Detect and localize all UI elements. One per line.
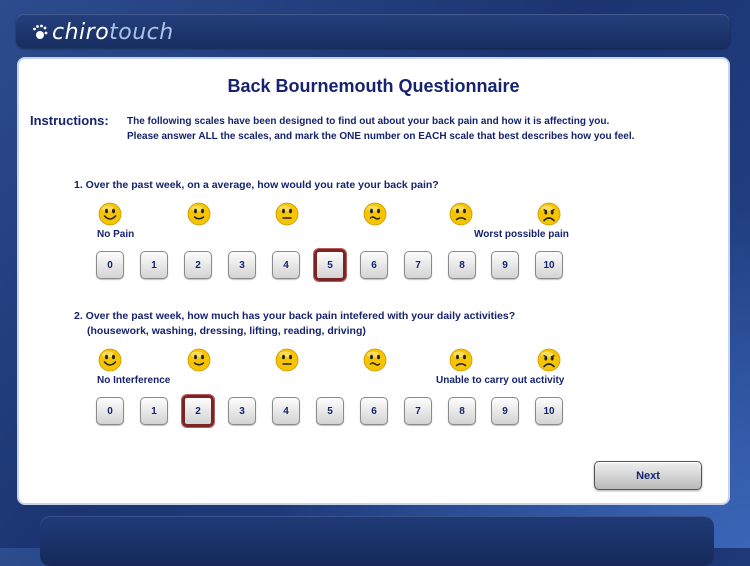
- happy-face-icon: [187, 348, 211, 372]
- logo-text-touch: touch: [109, 19, 174, 45]
- question-1-option-7-button[interactable]: 7: [404, 251, 432, 279]
- question-1-text: 1. Over the past week, on a average, how…: [74, 179, 439, 191]
- very-sad-face-icon: [537, 202, 561, 226]
- question-2-option-6-button[interactable]: 6: [360, 397, 388, 425]
- question-2-option-8-button[interactable]: 8: [448, 397, 476, 425]
- question-2-high-label: Unable to carry out activity: [436, 375, 565, 386]
- logo-text-chiro: chiro: [52, 19, 110, 45]
- question-1-option-4-button[interactable]: 4: [272, 251, 300, 279]
- instructions-text-line1: The following scales have been designed …: [127, 116, 610, 127]
- question-2-option-10-button[interactable]: 10: [535, 397, 563, 425]
- neutral-face-icon: [275, 202, 299, 226]
- question-1-option-1-button[interactable]: 1: [140, 251, 168, 279]
- question-2-option-4-button[interactable]: 4: [272, 397, 300, 425]
- page-title: Back Bournemouth Questionnaire: [227, 76, 520, 96]
- question-2-option-2-button[interactable]: 2: [182, 395, 214, 427]
- next-button[interactable]: Next: [594, 461, 702, 490]
- chirotouch-logo: chiro touch: [32, 18, 174, 46]
- question-1-option-2-button[interactable]: 2: [184, 251, 212, 279]
- question-1-option-0-button[interactable]: 0: [96, 251, 124, 279]
- question-1-option-6-button[interactable]: 6: [360, 251, 388, 279]
- question-2-option-7-button[interactable]: 7: [404, 397, 432, 425]
- questionnaire-panel: Back Bournemouth Questionnaire Instructi…: [17, 57, 730, 505]
- footer-bar: [40, 516, 714, 566]
- question-1-option-8-button[interactable]: 8: [448, 251, 476, 279]
- very-happy-face-icon: [98, 202, 122, 226]
- question-2-option-9-button[interactable]: 9: [491, 397, 519, 425]
- question-2-text: 2. Over the past week, how much has your…: [74, 310, 516, 322]
- question-2-low-label: No Interference: [97, 375, 171, 386]
- question-2-option-1-button[interactable]: 1: [140, 397, 168, 425]
- neutral-face-icon: [275, 348, 299, 372]
- wavy-mouth-face-icon: [363, 202, 387, 226]
- question-2-option-5-button[interactable]: 5: [316, 397, 344, 425]
- question-1-low-label: No Pain: [97, 229, 135, 240]
- wavy-mouth-face-icon: [363, 348, 387, 372]
- question-2-option-3-button[interactable]: 3: [228, 397, 256, 425]
- happy-face-icon: [187, 202, 211, 226]
- instructions-label: Instructions:: [30, 113, 109, 128]
- very-happy-face-icon: [98, 348, 122, 372]
- question-2-subtext: (housework, washing, dressing, lifting, …: [87, 325, 366, 337]
- sad-face-icon: [449, 348, 473, 372]
- question-1-high-label: Worst possible pain: [474, 229, 569, 240]
- question-1-option-9-button[interactable]: 9: [491, 251, 519, 279]
- question-2-option-0-button[interactable]: 0: [96, 397, 124, 425]
- hand-icon: [33, 24, 48, 39]
- question-1-option-10-button[interactable]: 10: [535, 251, 563, 279]
- question-1-option-3-button[interactable]: 3: [228, 251, 256, 279]
- instructions-text-line2: Please answer ALL the scales, and mark t…: [127, 131, 635, 142]
- very-sad-face-icon: [537, 348, 561, 372]
- question-1-option-5-button[interactable]: 5: [314, 249, 346, 281]
- sad-face-icon: [449, 202, 473, 226]
